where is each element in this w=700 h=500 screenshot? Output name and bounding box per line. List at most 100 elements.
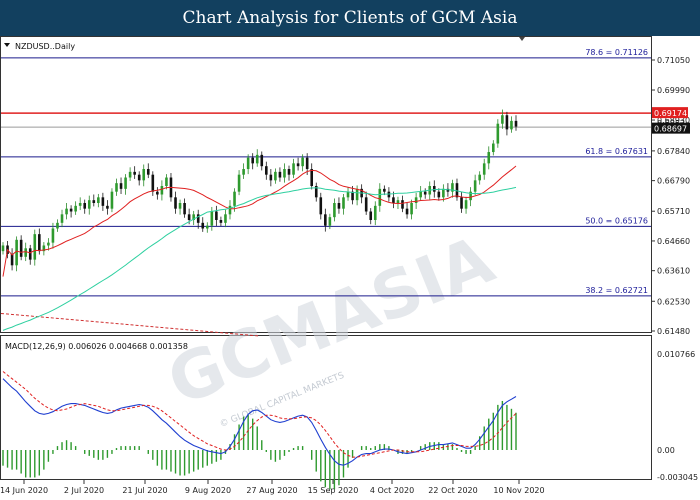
candle-body [333,203,336,218]
candle-body [233,191,236,206]
candle-body [482,163,486,175]
candle-body [219,219,223,223]
candle-body [419,191,422,198]
candle-body [432,186,436,192]
fib-level-label: 61.8 = 0.67631 [585,147,648,156]
candle-body [505,115,509,130]
date-tick-label: 9 Aug 2020 [185,486,231,495]
candle-body [115,183,118,192]
candle-body [56,222,59,229]
candle-body [373,205,377,220]
candle-body [110,191,114,209]
candle-body [187,214,191,220]
candle-body [492,143,495,153]
candle-body [151,174,155,192]
date-tick-label: 2 Jul 2020 [64,486,104,495]
price-tick-label: 0.71050 [657,56,690,65]
candle-body [33,234,37,260]
candle-body [156,191,159,195]
candle-body [310,169,314,187]
chart-banner-title: Chart Analysis for Clients of GCM Asia [0,0,700,36]
candle-body [51,228,55,243]
candle-body [269,174,273,181]
candle-body [510,120,513,130]
candle-body [87,200,91,209]
candle-body [478,174,481,181]
candle-body [437,191,441,198]
candle-body [514,120,518,127]
candle-body [278,171,282,178]
candle-body [142,169,146,181]
candle-body [196,214,200,223]
candle-body [283,169,286,178]
macd-tick-label: 0.010766 [657,350,695,359]
candle-body [28,248,32,260]
fib-level-label: 38.2 = 0.62721 [585,286,648,295]
candle-body [38,234,41,252]
candle-body [292,163,295,175]
candle-body [274,171,277,181]
candle-body [146,169,150,175]
nzdusd-daily-chart[interactable]: GCMASIA© GLOBAL CAPITAL MARKETS 78.6 = 0… [0,36,700,500]
candle-body [251,157,254,164]
fib-level-label: 50.0 = 0.65176 [585,216,648,225]
candle-body [378,188,382,206]
price-tick-label: 0.61480 [657,327,690,336]
candle-body [342,197,345,209]
macd-tick-label: -0.003045 [657,473,698,482]
macd-label: MACD(12,26,9) 0.006026 0.004668 0.001358 [5,342,188,351]
candle-body [210,211,214,226]
candle-body [324,214,327,226]
resistance-price-label: 0.69174 [654,109,687,118]
candle-body [337,203,341,209]
candle-body [442,188,445,198]
candle-body [473,180,477,192]
candle-body [183,203,186,215]
candle-body [392,197,395,204]
candle-body [78,203,82,206]
candle-body [97,197,100,204]
candle-body [47,242,50,246]
candle-body [174,197,177,209]
price-tick-label: 0.63610 [657,267,690,276]
candle-body [405,208,409,215]
candle-body [119,183,123,189]
candle-body [355,188,359,201]
candle-body [1,245,5,252]
date-tick-label: 21 Jul 2020 [122,486,167,495]
candle-body [15,239,18,266]
candle-body [501,115,504,124]
candle-body [201,222,205,229]
price-tick-label: 0.62530 [657,297,690,306]
price-tick-label: 0.69990 [657,86,690,95]
candle-body [410,203,413,215]
candle-body [487,152,491,164]
candle-body [246,157,250,170]
candle-body [133,171,136,175]
symbol-label: NZDUSD..Daily [15,42,75,51]
candle-body [255,154,259,164]
candle-body [10,253,14,266]
candle-body [69,208,73,212]
candle-body [401,200,404,209]
candle-body [128,171,132,178]
candle-body [205,225,209,229]
candle-body [414,197,418,204]
price-tick-label: 0.67840 [657,147,690,156]
candle-body [19,239,23,257]
candle-body [92,200,96,204]
macd-tick-label: 0.00 [657,446,675,455]
candle-body [423,191,427,195]
candle-body [296,163,300,167]
candle-body [124,177,127,189]
candle-body [178,203,182,209]
candle-body [396,200,400,204]
candle-body [496,123,500,144]
candle-body [328,217,332,226]
candle-body [215,211,218,220]
fib-level-label: 78.6 = 0.71126 [585,48,648,57]
candle-body [65,208,68,215]
candle-body [460,197,463,209]
date-tick-label: 4 Oct 2020 [370,486,414,495]
candle-body [287,169,291,175]
